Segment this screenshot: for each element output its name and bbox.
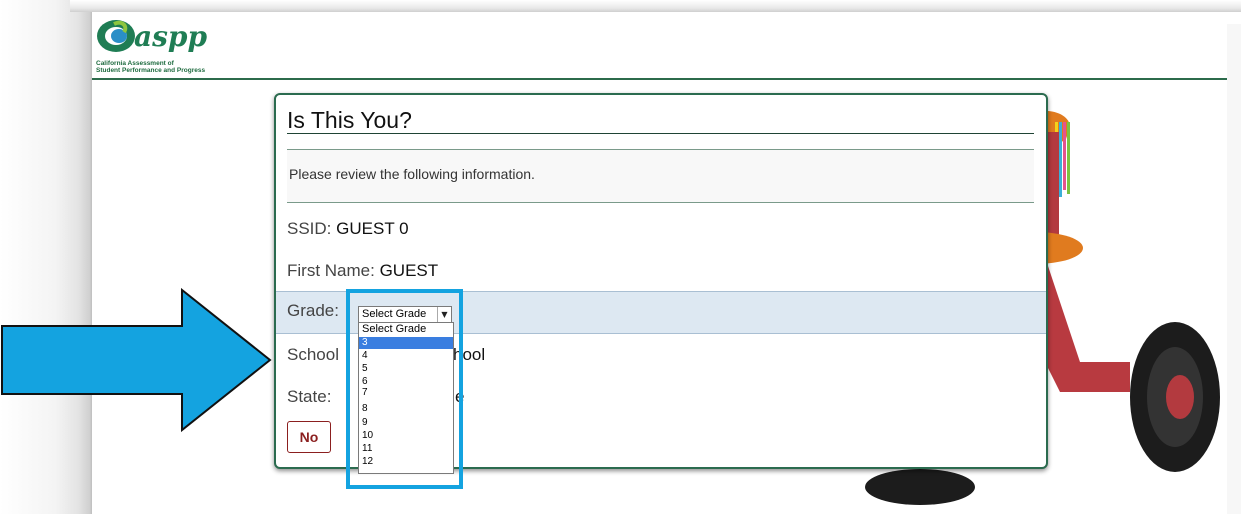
notice-divider xyxy=(287,202,1034,203)
school-row: School hool xyxy=(287,345,485,365)
no-button[interactable]: No xyxy=(287,421,331,453)
arrow-right-icon xyxy=(1,288,272,433)
review-notice: Please review the following information. xyxy=(287,150,1034,202)
caaspp-logo-mark: aspp xyxy=(97,20,207,53)
state-row: State: e xyxy=(287,387,464,407)
logo-subtitle-line1: California Assessment of xyxy=(96,60,174,67)
dialog-title: Is This You? xyxy=(287,107,412,133)
review-notice-text: Please review the following information. xyxy=(289,166,535,182)
ssid-row: SSID: GUEST 0 xyxy=(287,219,409,239)
window-shadow-top xyxy=(70,0,1241,12)
ssid-label: SSID: xyxy=(287,219,332,238)
header-divider xyxy=(92,78,1241,80)
logo-subtitle-line2: Student Performance and Progress xyxy=(96,67,206,74)
callout-highlight-box xyxy=(346,289,463,489)
grade-label: Grade: xyxy=(287,301,339,320)
vertical-scrollbar[interactable]: ⌄ xyxy=(1227,24,1241,514)
first-name-label: First Name: xyxy=(287,261,375,280)
title-rule xyxy=(287,133,1034,134)
school-label: School xyxy=(287,345,339,364)
ssid-value: GUEST 0 xyxy=(336,219,409,238)
first-name-value: GUEST xyxy=(379,261,439,280)
window-shadow-left xyxy=(0,0,92,514)
svg-text:aspp: aspp xyxy=(134,20,207,53)
browser-page: aspp California Assessment of Student Pe… xyxy=(92,12,1241,514)
caaspp-logo: aspp California Assessment of Student Pe… xyxy=(94,14,254,76)
state-label: State: xyxy=(287,387,332,406)
first-name-row: First Name: GUEST xyxy=(287,261,438,281)
